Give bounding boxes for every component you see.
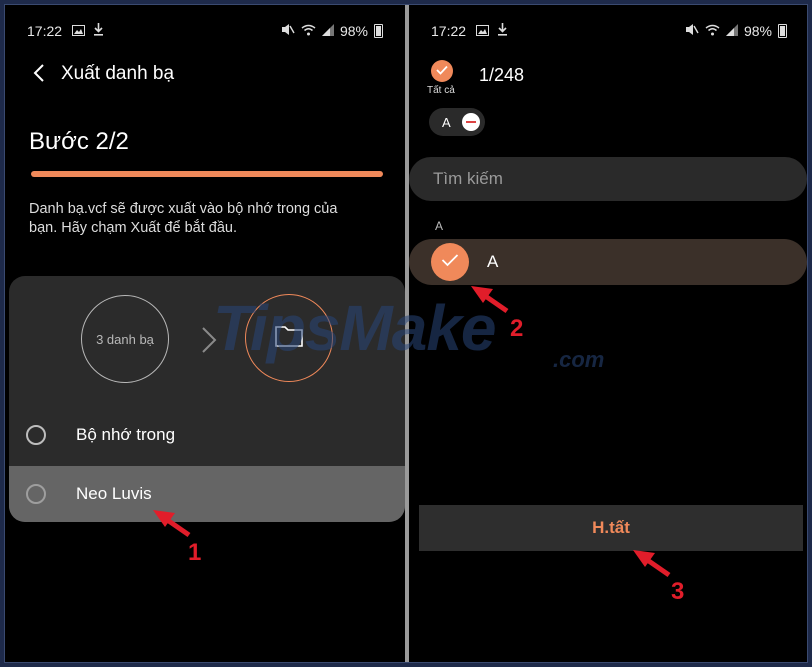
arrow-2 [471, 286, 509, 314]
annotation-number-2: 2 [510, 315, 524, 342]
arrow-1 [153, 510, 191, 538]
annotation-arrows [153, 286, 671, 578]
annotation-number-3: 3 [671, 578, 685, 605]
screenshot-frame: 17:22 98% Xuất danh bạ Bước 2/2 Danh bạ.… [4, 4, 808, 663]
arrow-3 [633, 550, 671, 578]
annotation-number-1: 1 [188, 539, 202, 566]
